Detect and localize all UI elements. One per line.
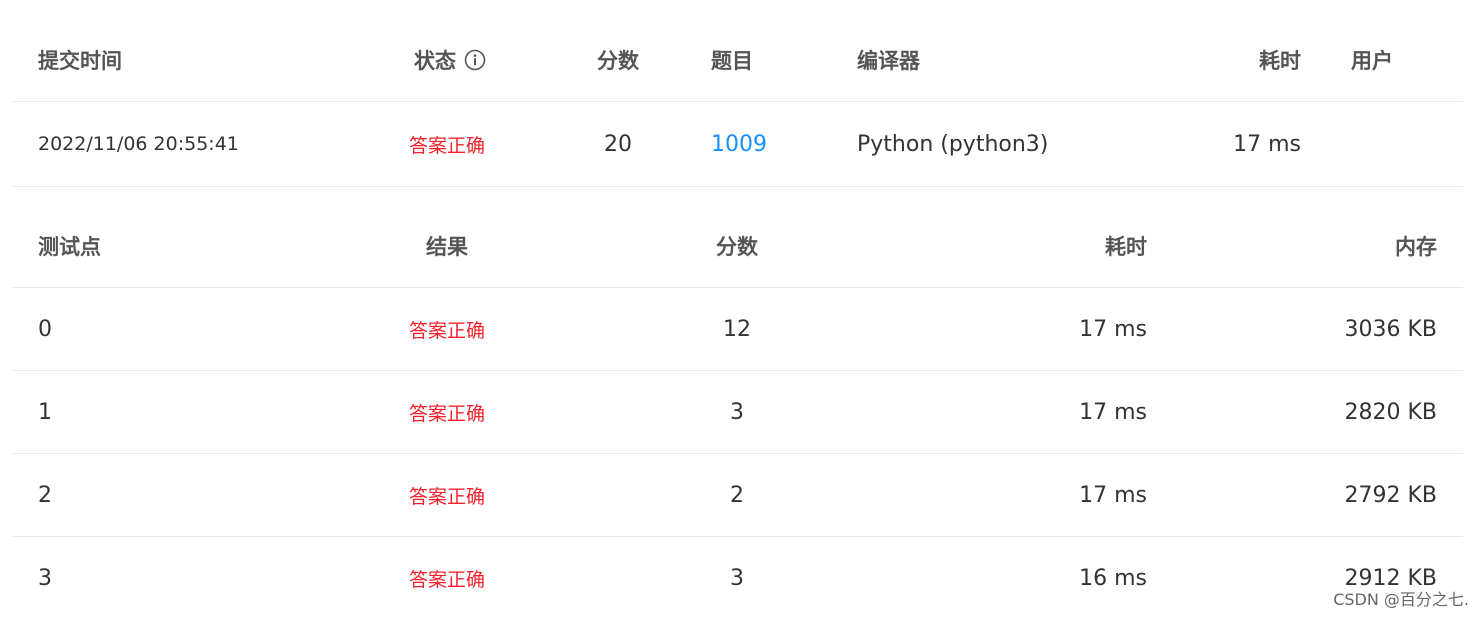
- case-score: 12: [723, 316, 751, 342]
- case-id: 0: [38, 316, 52, 342]
- info-circle-icon[interactable]: [464, 49, 486, 71]
- test-points-table: 测试点 结果 分数 耗时 内存 0 答案正确 12 17 ms 3036 KB …: [13, 204, 1463, 618]
- result-badge: 答案正确: [408, 402, 485, 425]
- user-value[interactable]: [1351, 102, 1441, 186]
- submit-time-value: 2022/11/06 20:55:41: [38, 133, 239, 155]
- header-submit-time: 提交时间: [38, 49, 122, 73]
- header-test-time: 耗时: [1105, 234, 1147, 259]
- case-time: 17 ms: [1079, 399, 1147, 425]
- case-score: 3: [730, 399, 744, 425]
- header-user: 用户: [1351, 49, 1393, 73]
- watermark: CSDN @百分之七.: [1333, 590, 1469, 609]
- result-badge: 答案正确: [408, 568, 485, 591]
- submission-row: 2022/11/06 20:55:41 答案正确 20 1009 Python …: [13, 102, 1463, 187]
- header-score: 分数: [597, 49, 639, 73]
- header-status-label: 状态: [414, 49, 456, 73]
- case-memory: 2792 KB: [1344, 482, 1437, 508]
- case-id: 2: [38, 482, 52, 508]
- header-problem: 题目: [711, 49, 753, 73]
- score-value: 20: [604, 131, 632, 157]
- header-memory: 内存: [1395, 234, 1437, 259]
- case-id: 3: [38, 565, 52, 591]
- problem-link[interactable]: 1009: [711, 102, 801, 186]
- submission-header-row: 提交时间 状态 分数 题目 编译器 耗时 用户: [13, 19, 1463, 102]
- compiler-value: Python (python3): [857, 131, 1049, 157]
- case-time: 16 ms: [1079, 565, 1147, 591]
- header-test-score: 分数: [716, 234, 758, 259]
- case-time: 17 ms: [1079, 482, 1147, 508]
- header-compiler: 编译器: [857, 49, 920, 73]
- table-row: 1 答案正确 3 17 ms 2820 KB: [13, 371, 1463, 454]
- header-status: 状态: [414, 19, 534, 101]
- header-time: 耗时: [1259, 49, 1301, 73]
- case-id: 1: [38, 399, 52, 425]
- case-memory: 3036 KB: [1344, 316, 1437, 342]
- status-badge: 答案正确: [409, 134, 486, 157]
- header-result: 结果: [426, 234, 468, 259]
- table-row: 3 答案正确 3 16 ms 2912 KB: [13, 537, 1463, 618]
- case-time: 17 ms: [1079, 316, 1147, 342]
- header-case: 测试点: [38, 234, 101, 259]
- tests-header-row: 测试点 结果 分数 耗时 内存: [13, 204, 1463, 288]
- result-badge: 答案正确: [408, 485, 485, 508]
- table-row: 2 答案正确 2 17 ms 2792 KB: [13, 454, 1463, 537]
- case-score: 3: [730, 565, 744, 591]
- submission-table: 提交时间 状态 分数 题目 编译器 耗时 用户 2022/11/06 20:55…: [13, 19, 1463, 187]
- table-row: 0 答案正确 12 17 ms 3036 KB: [13, 288, 1463, 371]
- case-score: 2: [730, 482, 744, 508]
- case-memory: 2820 KB: [1344, 399, 1437, 425]
- result-badge: 答案正确: [408, 319, 485, 342]
- time-value: 17 ms: [1233, 131, 1301, 157]
